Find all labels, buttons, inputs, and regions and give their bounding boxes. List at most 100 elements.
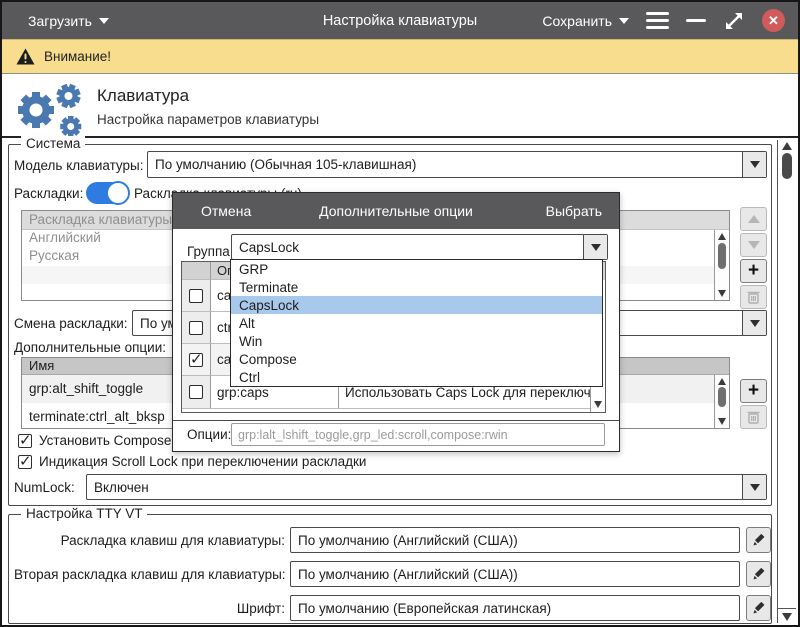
- numlock-label: NumLock:: [14, 480, 75, 495]
- warning-text: Внимание!: [44, 49, 111, 64]
- edit-tty-layout-button[interactable]: [746, 527, 771, 553]
- scroll-up-icon[interactable]: [718, 378, 726, 385]
- add-layout-button[interactable]: +: [740, 259, 767, 283]
- dropdown-option[interactable]: Compose: [231, 350, 602, 368]
- pencil-icon: [752, 601, 766, 615]
- dropdown-option[interactable]: Win: [231, 332, 602, 350]
- toggle-knob: [106, 181, 130, 205]
- scrollbar-thumb[interactable]: [718, 387, 726, 407]
- scroll-lock-checkbox[interactable]: Индикация Scroll Lock при переключении р…: [18, 454, 366, 469]
- scrollbar-thumb[interactable]: [782, 153, 792, 179]
- dialog-title: Дополнительные опции: [319, 203, 473, 219]
- chevron-down-icon: [99, 18, 109, 24]
- dropdown-button[interactable]: [742, 311, 766, 335]
- group-dropdown-list[interactable]: GRP Terminate CapsLock Alt Win Compose C…: [230, 259, 603, 387]
- scroll-up-icon[interactable]: [718, 233, 726, 240]
- tty-font-field[interactable]: По умолчанию (Европейская латинская): [290, 595, 740, 621]
- scroll-down-icon[interactable]: [718, 290, 726, 297]
- chevron-down-icon: [591, 244, 601, 251]
- edit-tty-font-button[interactable]: [746, 595, 771, 621]
- group-value: CapsLock: [232, 240, 583, 255]
- dropdown-button[interactable]: [742, 475, 766, 499]
- dropdown-button[interactable]: [583, 235, 607, 259]
- checkbox-icon[interactable]: [189, 321, 203, 335]
- keyboard-model-label: Модель клавиатуры:: [14, 158, 143, 173]
- checkbox-icon[interactable]: [189, 289, 203, 303]
- load-menu-label: Загрузить: [28, 13, 92, 29]
- maximize-icon[interactable]: [723, 10, 745, 32]
- tty-layout-label: Раскладка клавиш для клавиатуры:: [14, 533, 285, 548]
- group-label: Группа:: [187, 244, 234, 259]
- arrow-down-icon: [748, 241, 760, 249]
- layout-switch-label: Смена раскладки:: [14, 316, 128, 331]
- page-subtitle: Настройка параметров клавиатуры: [97, 112, 319, 127]
- scroll-lock-checkbox-label: Индикация Scroll Lock при переключении р…: [39, 454, 366, 469]
- group-select[interactable]: CapsLock: [231, 234, 608, 260]
- keyboard-model-value: По умолчанию (Обычная 105-клавишная): [148, 157, 742, 172]
- save-menu-label: Сохранить: [542, 13, 612, 29]
- checkbox-icon[interactable]: [189, 385, 203, 399]
- tty-layout-value: По умолчанию (Английский (США)): [298, 533, 518, 548]
- dropdown-option[interactable]: Terminate: [231, 278, 602, 296]
- dropdown-button[interactable]: [742, 152, 766, 177]
- chevron-down-icon: [750, 484, 760, 491]
- checkbox-checked-icon[interactable]: [18, 455, 32, 469]
- dialog-header: Отмена Дополнительные опции Выбрать: [173, 193, 619, 229]
- add-option-button[interactable]: +: [740, 379, 767, 403]
- checkbox-checked-icon[interactable]: [18, 434, 32, 448]
- numlock-select[interactable]: Включен: [86, 474, 767, 500]
- edit-tty-layout2-button[interactable]: [746, 561, 771, 587]
- scrollbar-thumb[interactable]: [718, 243, 726, 269]
- gears-icon: [10, 80, 90, 136]
- window-title: Настройка клавиатуры: [323, 13, 477, 29]
- numlock-value: Включен: [87, 480, 742, 495]
- delete-option-button[interactable]: [740, 405, 767, 429]
- delete-layout-button[interactable]: [740, 285, 767, 309]
- save-menu-button[interactable]: Сохранить: [542, 13, 629, 29]
- dropdown-option[interactable]: GRP: [231, 260, 602, 278]
- row-checkbox[interactable]: [182, 312, 211, 344]
- pencil-icon: [752, 533, 766, 547]
- scroll-down-icon: [594, 401, 602, 408]
- table-scrollbar[interactable]: [714, 375, 729, 428]
- select-button[interactable]: Выбрать: [546, 203, 602, 219]
- vertical-scrollbar[interactable]: [777, 140, 796, 623]
- dropdown-option[interactable]: Alt: [231, 314, 602, 332]
- arrow-up-icon: [748, 215, 760, 223]
- trash-icon: [747, 410, 760, 424]
- tty-section-legend: Настройка TTY VT: [21, 506, 147, 521]
- close-icon[interactable]: ✕: [762, 9, 785, 32]
- row-checkbox[interactable]: [182, 344, 211, 376]
- row-checkbox[interactable]: [182, 280, 211, 312]
- options-field[interactable]: grp:lalt_lshift_toggle,grp_led:scroll,co…: [231, 423, 605, 446]
- layouts-toggle[interactable]: [86, 182, 127, 204]
- move-down-button[interactable]: [740, 233, 767, 257]
- minimize-icon[interactable]: [686, 19, 706, 23]
- cancel-button[interactable]: Отмена: [201, 203, 251, 219]
- scroll-down-icon: [782, 613, 792, 621]
- load-menu-button[interactable]: Загрузить: [28, 13, 109, 29]
- tty-layout2-label: Вторая раскладка клавиш для клавиатуры:: [14, 567, 285, 582]
- warning-icon: [16, 48, 35, 65]
- checkbox-checked-icon[interactable]: [189, 353, 203, 367]
- column-header-checkbox: [182, 262, 211, 280]
- chevron-down-icon: [750, 161, 760, 168]
- list-scrollbar[interactable]: [714, 230, 729, 300]
- extra-options-dialog: Отмена Дополнительные опции Выбрать Груп…: [172, 192, 620, 452]
- move-up-button[interactable]: [740, 207, 767, 231]
- row-checkbox[interactable]: [182, 376, 211, 409]
- tty-font-value: По умолчанию (Европейская латинская): [298, 601, 551, 616]
- app-header: Клавиатура Настройка параметров клавиату…: [2, 74, 798, 138]
- dropdown-option-selected[interactable]: CapsLock: [231, 296, 602, 314]
- scroll-down-button[interactable]: [778, 608, 796, 623]
- tty-font-label: Шрифт:: [14, 601, 285, 616]
- dropdown-option[interactable]: Ctrl: [231, 368, 602, 386]
- scroll-down-icon[interactable]: [718, 418, 726, 425]
- keyboard-model-select[interactable]: По умолчанию (Обычная 105-клавишная): [147, 151, 767, 178]
- scroll-up-icon[interactable]: [782, 142, 792, 150]
- tty-layout2-field[interactable]: По умолчанию (Английский (США)): [290, 561, 740, 587]
- menu-icon[interactable]: [646, 12, 669, 30]
- tty-layout-field[interactable]: По умолчанию (Английский (США)): [290, 527, 740, 553]
- chevron-down-icon: [750, 320, 760, 327]
- titlebar-actions: Сохранить ✕: [542, 9, 785, 32]
